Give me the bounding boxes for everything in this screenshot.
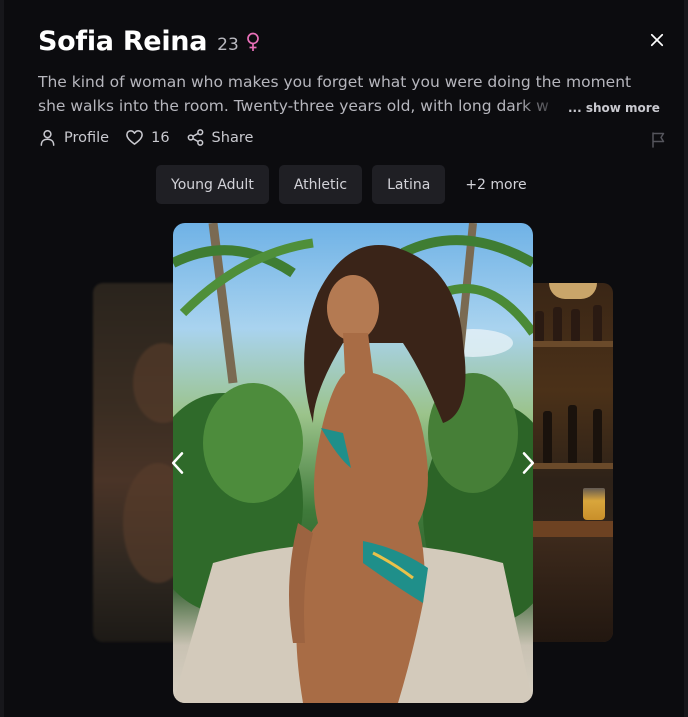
drink-glass (583, 488, 605, 520)
tropical-scene-image (173, 223, 533, 703)
share-icon (187, 129, 203, 146)
right-edge (684, 0, 688, 717)
left-edge (0, 0, 4, 717)
lamp-shape (549, 283, 597, 299)
bottle (593, 305, 602, 341)
profile-age: 23 (217, 35, 239, 55)
description-line: The kind of woman who makes you forget w… (38, 73, 632, 91)
bottle (568, 405, 577, 463)
tag-chip[interactable]: Latina (372, 165, 446, 204)
bottle (543, 411, 552, 463)
tag-chip[interactable]: Athletic (278, 165, 363, 204)
close-icon (650, 33, 664, 47)
bottle (535, 311, 544, 341)
report-button[interactable] (650, 131, 667, 148)
profile-button[interactable]: Profile (38, 128, 109, 147)
previous-image-button[interactable] (165, 448, 191, 478)
profile-description: The kind of woman who makes you forget w… (38, 70, 650, 118)
user-icon (40, 129, 55, 146)
profile-actions: Profile 16 Share (38, 128, 269, 147)
profile-label: Profile (64, 129, 110, 146)
profile-name: Sofia Reina (38, 26, 208, 57)
flag-icon (652, 132, 665, 148)
bottle (593, 409, 602, 463)
likes-count: 16 (151, 129, 170, 146)
tag-list: Young Adult Athletic Latina +2 more (156, 165, 537, 204)
heart-icon (126, 130, 143, 145)
more-tags-button[interactable]: +2 more (455, 165, 536, 204)
share-button[interactable]: Share (186, 128, 254, 147)
main-gallery-image[interactable] (173, 223, 533, 703)
female-symbol-icon (245, 32, 261, 52)
next-image-button[interactable] (515, 448, 541, 478)
chevron-left-icon (171, 452, 184, 474)
bottle (553, 307, 562, 341)
close-button[interactable] (645, 28, 669, 52)
like-button[interactable]: 16 (125, 128, 170, 147)
profile-header: Sofia Reina 23 (38, 26, 261, 57)
tag-chip[interactable]: Young Adult (156, 165, 269, 204)
description-line: she walks into the room. Twenty-three ye… (38, 94, 566, 118)
chevron-right-icon (522, 452, 535, 474)
bottle (571, 309, 580, 341)
share-label: Share (211, 129, 254, 146)
show-more-link[interactable]: ... show more (568, 101, 660, 115)
